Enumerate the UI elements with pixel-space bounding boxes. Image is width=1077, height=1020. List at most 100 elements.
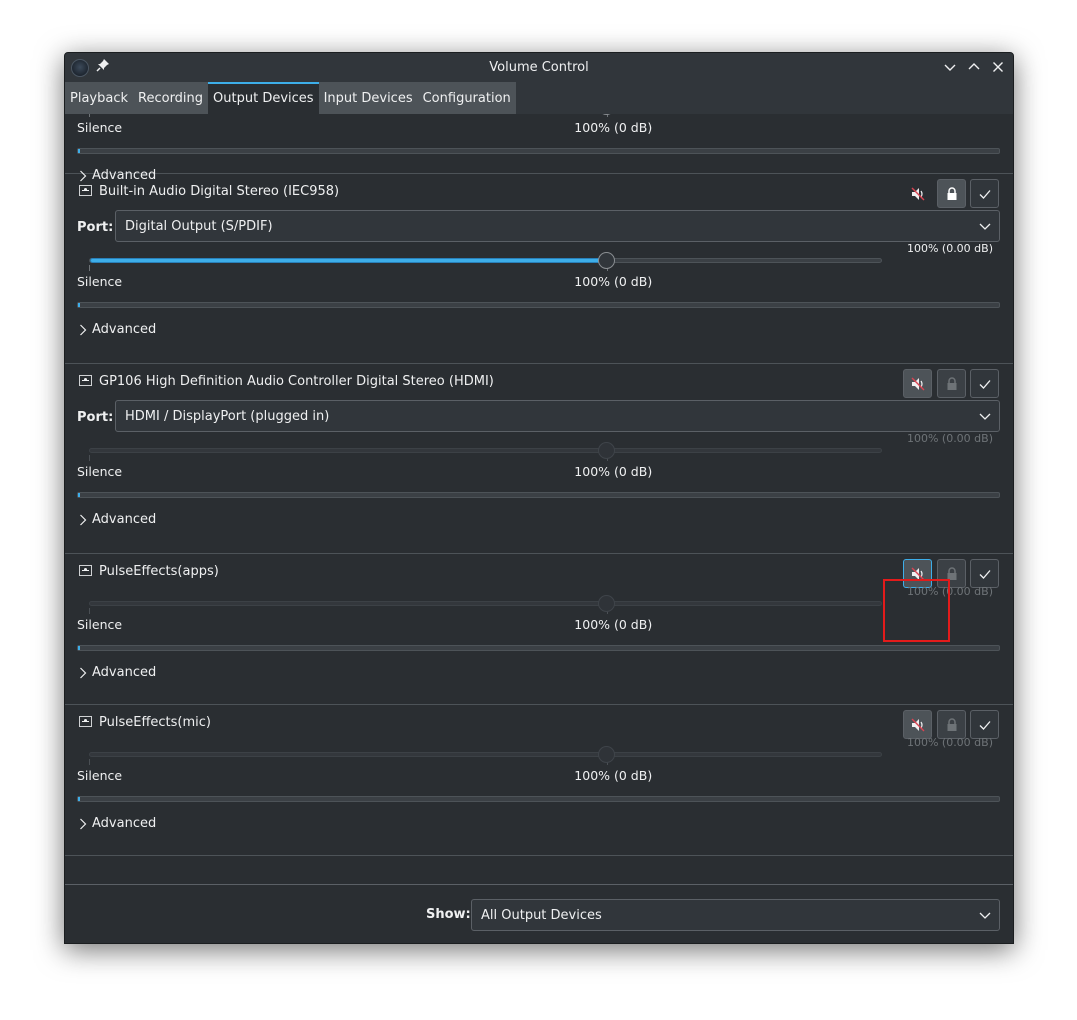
volume-track[interactable]: [89, 448, 882, 453]
lock-icon: [947, 376, 956, 390]
level-meter: [77, 302, 1000, 308]
device-name: GP106 High Definition Audio Controller D…: [99, 374, 494, 389]
window-title: Volume Control: [489, 60, 589, 75]
mute-button[interactable]: [903, 710, 932, 739]
check-icon: [979, 189, 990, 199]
tick-silence: [89, 114, 90, 117]
tick-silence: [89, 265, 90, 271]
volume-handle[interactable]: [598, 114, 616, 115]
silence-label: Silence: [77, 120, 123, 135]
show-label: Show:: [426, 907, 471, 922]
volume-track[interactable]: [89, 601, 882, 606]
level-meter: [77, 492, 1000, 498]
hundred-percent-label: 100% (0 dB): [574, 120, 653, 135]
mute-button[interactable]: [903, 559, 932, 588]
volume-handle[interactable]: [598, 746, 616, 763]
lock-icon: [947, 566, 956, 580]
hundred-percent-label: 100% (0 dB): [574, 617, 653, 632]
volume-handle[interactable]: [598, 595, 616, 612]
tab-input-devices[interactable]: Input Devices: [319, 82, 418, 114]
chevron-right-icon: [80, 324, 87, 335]
lock-icon: [947, 186, 956, 200]
device-builtin-iec958: Built-in Audio Digital Stereo (IEC958) P…: [65, 174, 1013, 364]
mute-button[interactable]: [903, 369, 932, 398]
volume-slider[interactable]: 100% (0.00 dB): [65, 736, 1013, 767]
lock-channels-button[interactable]: [937, 369, 966, 398]
chevron-right-icon: [80, 514, 87, 525]
device-name: PulseEffects(mic): [99, 715, 211, 730]
footer-bar: Show: All Output Devices: [65, 884, 1013, 943]
silence-label: Silence: [77, 274, 123, 289]
chevron-right-icon: [80, 818, 87, 829]
mute-button[interactable]: [903, 179, 932, 208]
hundred-percent-label: 100% (0 dB): [574, 768, 653, 783]
tab-bar: Playback Recording Output Devices Input …: [65, 82, 1013, 114]
port-select[interactable]: Digital Output (S/PDIF): [115, 210, 1000, 242]
device-list[interactable]: Silence 100% (0 dB) Advanced Built-in Au…: [65, 114, 1013, 884]
minimize-button[interactable]: [941, 58, 959, 76]
lock-channels-button[interactable]: [937, 559, 966, 588]
volume-readout: 100% (0.00 dB): [906, 736, 993, 749]
volume-control-window: Volume Control Playback Recording Output…: [64, 52, 1014, 944]
set-default-button[interactable]: [970, 559, 999, 588]
advanced-label: Advanced: [92, 322, 157, 337]
tab-recording[interactable]: Recording: [133, 82, 208, 114]
advanced-expander[interactable]: Advanced: [79, 665, 156, 680]
advanced-expander[interactable]: Advanced: [79, 816, 156, 831]
advanced-label: Advanced: [92, 816, 157, 831]
level-meter: [77, 645, 1000, 651]
close-button[interactable]: [989, 58, 1007, 76]
volume-slider[interactable]: 100% (0.00 dB): [65, 242, 1013, 273]
show-filter-select[interactable]: All Output Devices: [471, 899, 1000, 931]
level-meter: [77, 148, 1000, 154]
tab-playback[interactable]: Playback: [65, 82, 133, 114]
set-default-button[interactable]: [970, 710, 999, 739]
port-label: Port:: [77, 220, 114, 235]
level-meter: [77, 796, 1000, 802]
volume-track[interactable]: [89, 752, 882, 757]
speaker-muted-icon: [911, 187, 924, 200]
set-default-button[interactable]: [970, 369, 999, 398]
volume-slider[interactable]: 100% (0.00 dB): [65, 432, 1013, 463]
lock-channels-button[interactable]: [937, 179, 966, 208]
device-partial: Silence 100% (0 dB) Advanced: [65, 114, 1013, 183]
audio-card-icon: [79, 716, 92, 727]
silence-label: Silence: [77, 617, 123, 632]
volume-slider[interactable]: 100% (0.00 dB): [65, 585, 1013, 616]
device-gp106-hdmi: GP106 High Definition Audio Controller D…: [65, 364, 1013, 554]
port-select[interactable]: HDMI / DisplayPort (plugged in): [115, 400, 1000, 432]
chevron-up-icon: [968, 63, 980, 70]
volume-readout: 100% (0.00 dB): [906, 585, 993, 598]
advanced-expander[interactable]: Advanced: [79, 322, 156, 337]
hundred-percent-label: 100% (0 dB): [574, 274, 653, 289]
advanced-label: Advanced: [92, 512, 157, 527]
silence-label: Silence: [77, 768, 123, 783]
port-label: Port:: [77, 410, 114, 425]
check-icon: [979, 720, 990, 730]
advanced-expander[interactable]: Advanced: [79, 512, 156, 527]
chevron-down-icon: [979, 413, 991, 420]
maximize-button[interactable]: [965, 58, 983, 76]
port-value: HDMI / DisplayPort (plugged in): [125, 409, 330, 424]
lock-icon: [947, 717, 956, 731]
set-default-button[interactable]: [970, 179, 999, 208]
volume-track[interactable]: [89, 258, 882, 263]
title-bar: Volume Control: [65, 53, 1013, 82]
advanced-label: Advanced: [92, 665, 157, 680]
volume-handle[interactable]: [598, 252, 616, 269]
silence-label: Silence: [77, 464, 123, 479]
close-icon: [993, 62, 1003, 72]
tab-configuration[interactable]: Configuration: [418, 82, 516, 114]
hundred-percent-label: 100% (0 dB): [574, 464, 653, 479]
chevron-down-icon: [979, 223, 991, 230]
lock-channels-button[interactable]: [937, 710, 966, 739]
volume-fill: [90, 258, 609, 263]
port-value: Digital Output (S/PDIF): [125, 219, 273, 234]
tick-silence: [89, 759, 90, 765]
tab-output-devices[interactable]: Output Devices: [208, 82, 319, 114]
volume-handle[interactable]: [598, 442, 616, 459]
audio-card-icon: [79, 375, 92, 386]
speaker-muted-icon: [911, 567, 924, 580]
device-name: PulseEffects(apps): [99, 564, 219, 579]
check-icon: [979, 569, 990, 579]
